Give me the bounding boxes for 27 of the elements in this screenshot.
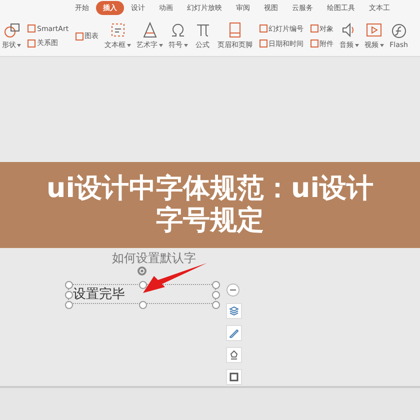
shape-button[interactable] xyxy=(226,347,242,363)
border-button[interactable] xyxy=(226,369,242,385)
rotate-handle[interactable] xyxy=(137,266,147,276)
square-icon xyxy=(74,32,84,40)
square-icon xyxy=(27,24,36,33)
triangle-icon xyxy=(140,22,159,38)
square-icon xyxy=(258,39,268,48)
square-icon xyxy=(258,24,268,33)
pen-icon xyxy=(229,328,239,338)
square-icon xyxy=(27,38,36,48)
resize-handle[interactable] xyxy=(139,301,147,309)
layers-button[interactable] xyxy=(226,303,242,319)
text-box-icon xyxy=(108,22,127,38)
resize-handle[interactable] xyxy=(139,281,147,289)
square-icon xyxy=(310,24,319,33)
pen-button[interactable] xyxy=(226,325,242,341)
film-icon xyxy=(365,22,384,38)
arrow-icon xyxy=(143,263,207,293)
square-icon xyxy=(229,372,239,382)
flash-icon xyxy=(390,23,408,39)
square-icon xyxy=(310,39,319,48)
collapse-icon[interactable] xyxy=(226,283,240,297)
shape-icon xyxy=(2,22,20,38)
pentagon-icon xyxy=(229,350,239,360)
slide-heading: 如何设置默认字 xyxy=(112,251,197,265)
banner-title: ui设计中字体规范：ui设计字号规定 xyxy=(46,172,374,238)
layers-icon xyxy=(229,306,239,316)
